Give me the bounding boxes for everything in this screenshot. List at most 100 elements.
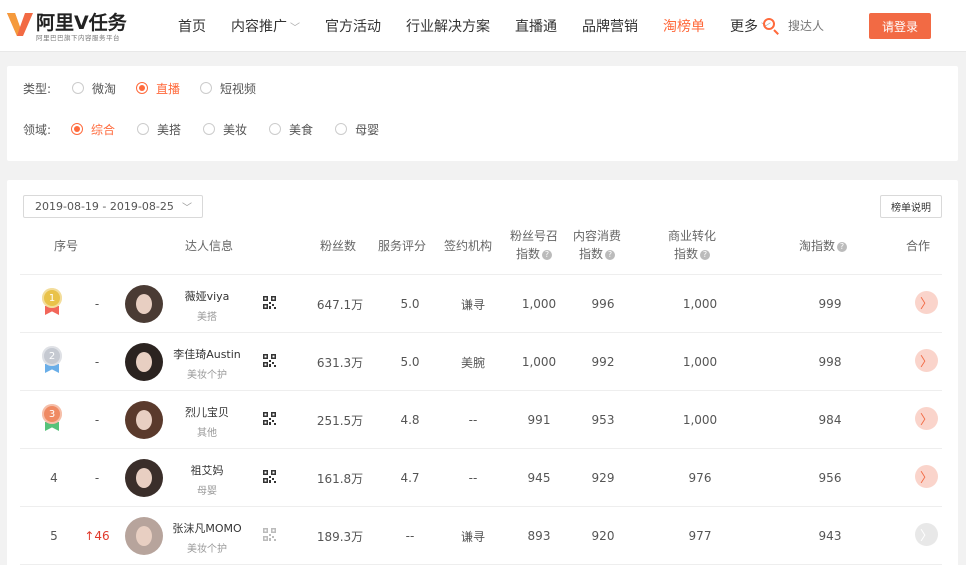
- radio-label: 微淘: [92, 81, 117, 96]
- influencer-name[interactable]: 张沫凡MOMO: [167, 520, 247, 536]
- help-icon[interactable]: ?: [605, 249, 615, 260]
- table-row[interactable]: 1 - 薇娅viya 美搭 647.1万 5.0 谦寻 1,000 996 1,000 999 〉: [20, 275, 942, 333]
- radio-option[interactable]: 美搭: [137, 121, 181, 138]
- logo[interactable]: 阿里V任务 阿里巴巴旗下内容服务平台: [6, 8, 136, 42]
- qr-code-icon[interactable]: [263, 354, 276, 367]
- cooperate-button[interactable]: 〉: [915, 465, 938, 488]
- header-content-line1: 内容消费: [572, 229, 621, 243]
- search-icon[interactable]: [762, 17, 780, 35]
- radio-circle[interactable]: [203, 123, 216, 135]
- help-icon[interactable]: ?: [837, 241, 848, 252]
- rank-note-button[interactable]: 榜单说明: [880, 195, 942, 218]
- radio-circle[interactable]: [269, 123, 282, 135]
- radio-circle[interactable]: [137, 123, 150, 135]
- nav-item[interactable]: 行业解决方案: [406, 16, 490, 36]
- radio-option[interactable]: 综合: [71, 121, 115, 138]
- qr-code-icon[interactable]: [263, 412, 276, 425]
- influencer-name[interactable]: 烈儿宝贝: [167, 404, 247, 420]
- conversion-index: 1,000: [682, 297, 718, 311]
- cooperate-button[interactable]: 〉: [915, 291, 938, 314]
- chevron-down-icon: ﹀: [182, 203, 192, 214]
- table-row[interactable]: 3 - 烈儿宝贝 其他 251.5万 4.8 -- 991 953 1,000 984 〉: [20, 391, 942, 449]
- rank-trend: -: [94, 471, 100, 485]
- nav-item[interactable]: 品牌营销: [582, 16, 638, 36]
- avatar[interactable]: [125, 285, 163, 323]
- nav-item[interactable]: 淘榜单: [663, 16, 705, 36]
- search-input[interactable]: [788, 19, 848, 33]
- agency-name: --: [468, 471, 478, 485]
- nav-item[interactable]: 官方活动: [325, 16, 381, 36]
- service-score: 4.8: [400, 413, 420, 427]
- avatar-face: [136, 294, 152, 314]
- radio-label: 美妆: [223, 122, 248, 137]
- help-icon[interactable]: ?: [700, 249, 710, 260]
- rank-trend: ↑46: [84, 529, 110, 543]
- avatar[interactable]: [125, 343, 163, 381]
- nav-item-label: 品牌营销: [582, 19, 638, 35]
- service-score: 4.7: [400, 471, 420, 485]
- influencer-name[interactable]: 薇娅viya: [167, 288, 247, 304]
- fans-count: 631.3万: [316, 355, 364, 370]
- qr-code-icon[interactable]: [263, 296, 276, 309]
- nav-item[interactable]: 直播通: [515, 16, 557, 36]
- tao-index: 998: [818, 355, 842, 369]
- influencer-name[interactable]: 祖艾妈: [167, 462, 247, 478]
- chevron-right-icon: 〉: [919, 355, 933, 370]
- radio-option[interactable]: 短视频: [200, 80, 256, 97]
- type-filter: 类型: 微淘 直播 短视频: [23, 80, 276, 97]
- avatar[interactable]: [125, 401, 163, 439]
- radio-option[interactable]: 美食: [269, 121, 313, 138]
- header-influencer: 达人信息: [185, 239, 234, 253]
- conversion-index: 1,000: [682, 355, 718, 369]
- help-icon[interactable]: ?: [542, 249, 552, 260]
- chevron-right-icon: 〉: [919, 529, 933, 544]
- nav-item-label: 直播通: [515, 19, 557, 35]
- content-consumption-index: 920: [591, 529, 615, 543]
- table-row[interactable]: 4 - 祖艾妈 母婴 161.8万 4.7 -- 945 929 976 956 〉: [20, 449, 942, 507]
- header-fan-recall-line1: 粉丝号召: [509, 229, 558, 243]
- fan-recall-index: 991: [527, 413, 551, 427]
- avatar[interactable]: [125, 459, 163, 497]
- tao-index: 956: [818, 471, 842, 485]
- radio-option[interactable]: 美妆: [203, 121, 247, 138]
- radio-label: 母婴: [355, 122, 380, 137]
- login-button[interactable]: 请登录: [869, 13, 931, 39]
- qr-code-icon[interactable]: [263, 528, 276, 541]
- service-score: --: [405, 529, 415, 543]
- nav-item[interactable]: 首页: [178, 16, 206, 36]
- logo-v-icon: [7, 13, 33, 36]
- ranking-panel: 2019-08-19 - 2019-08-25 ﹀ 榜单说明 序号 达人信息 粉…: [7, 180, 958, 565]
- radio-circle[interactable]: [200, 82, 213, 94]
- rank-trend: -: [94, 413, 100, 427]
- service-score: 5.0: [400, 297, 420, 311]
- radio-circle[interactable]: [136, 82, 149, 94]
- avatar[interactable]: [125, 517, 163, 555]
- radio-option[interactable]: 直播: [136, 80, 180, 97]
- header-fans: 粉丝数: [320, 239, 357, 253]
- nav-item-label: 更多: [730, 19, 758, 35]
- table-row[interactable]: 2 - 李佳琦Austin 美妆个护 631.3万 5.0 美腕 1,000 992 1,000 9…: [20, 333, 942, 391]
- medal-number: 3: [42, 404, 62, 424]
- qr-code-icon[interactable]: [263, 470, 276, 483]
- radio-option[interactable]: 母婴: [335, 121, 379, 138]
- radio-option[interactable]: 微淘: [72, 80, 116, 97]
- cooperate-button[interactable]: 〉: [915, 349, 938, 372]
- header-content-consumption: 内容消费 指数?: [572, 227, 622, 263]
- radio-label: 短视频: [220, 81, 257, 96]
- search-box[interactable]: [762, 16, 848, 36]
- nav-item[interactable]: 内容推广 ﹀: [231, 16, 300, 36]
- radio-circle[interactable]: [71, 123, 83, 135]
- nav-item-label: 官方活动: [325, 19, 381, 35]
- avatar-face: [136, 410, 152, 430]
- table-row[interactable]: 5 ↑46 张沫凡MOMO 美妆个护 189.3万 -- 谦寻 893 920 977 943 〉: [20, 507, 942, 565]
- rank-medal-icon: 3: [41, 404, 65, 436]
- cooperate-button[interactable]: 〉: [915, 523, 938, 546]
- avatar-face: [136, 526, 152, 546]
- radio-circle[interactable]: [72, 82, 84, 94]
- rank-number: 4: [50, 471, 58, 485]
- influencer-name[interactable]: 李佳琦Austin: [167, 346, 247, 362]
- date-range-picker[interactable]: 2019-08-19 - 2019-08-25 ﹀: [23, 195, 203, 218]
- radio-circle[interactable]: [335, 123, 348, 135]
- agency-name: 谦寻: [460, 529, 485, 544]
- cooperate-button[interactable]: 〉: [915, 407, 938, 430]
